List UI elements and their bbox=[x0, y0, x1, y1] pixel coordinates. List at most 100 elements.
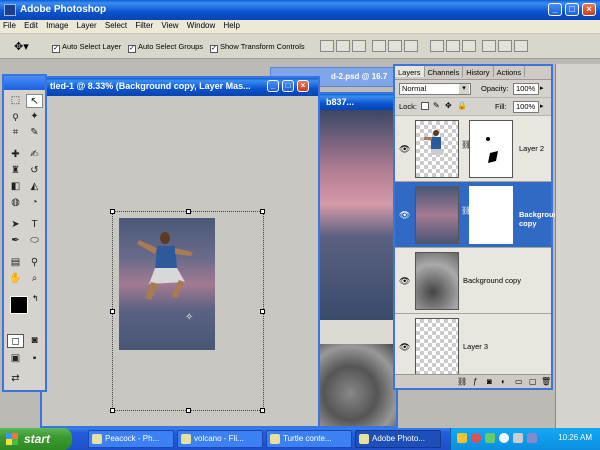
maximize-button[interactable]: □ bbox=[565, 3, 579, 16]
new-layer-icon[interactable]: ▢ bbox=[529, 377, 537, 386]
auto-select-groups-checkbox[interactable]: ✓ Auto Select Groups bbox=[128, 42, 203, 53]
menu-filter[interactable]: Filter bbox=[132, 20, 156, 30]
shape-tool-icon[interactable]: ⬭ bbox=[26, 234, 43, 248]
taskbar-item[interactable]: Peacock - Ph... bbox=[88, 430, 174, 448]
move-tool-icon[interactable]: ✥▾ bbox=[14, 40, 29, 53]
eraser-tool-icon[interactable]: ◧ bbox=[7, 180, 24, 194]
notes-tool-icon[interactable]: ▤ bbox=[7, 256, 24, 270]
layer-row[interactable]: 👁 Layer 3 bbox=[395, 314, 551, 380]
lock-transparency-icon[interactable] bbox=[421, 102, 429, 110]
transform-handle[interactable] bbox=[260, 408, 265, 413]
eye-icon[interactable]: 👁 bbox=[399, 276, 410, 287]
pen-tool-icon[interactable]: ✒ bbox=[7, 234, 24, 248]
tab-history[interactable]: History bbox=[463, 66, 494, 77]
eyedropper-icon[interactable]: ⚲ bbox=[26, 256, 43, 270]
transform-handle[interactable] bbox=[260, 309, 265, 314]
menu-file[interactable]: File bbox=[0, 20, 19, 30]
fill-arrow-icon[interactable]: ▸ bbox=[540, 102, 544, 110]
link-layers-icon[interactable]: ⛓ bbox=[457, 377, 467, 386]
healing-brush-icon[interactable]: ✚ bbox=[7, 148, 24, 162]
speaker-icon[interactable] bbox=[513, 433, 523, 443]
zoom-tool-icon[interactable]: ⌕ bbox=[26, 272, 43, 286]
history-brush-icon[interactable]: ↺ bbox=[26, 164, 43, 178]
transform-bounding-box[interactable]: ✧ bbox=[110, 209, 265, 413]
layer-style-icon[interactable]: ƒ bbox=[473, 377, 477, 386]
taskbar-item[interactable]: Turtle conte... bbox=[266, 430, 352, 448]
add-mask-icon[interactable]: ◙ bbox=[487, 377, 492, 386]
type-tool-icon[interactable]: T bbox=[26, 218, 43, 232]
eye-icon[interactable]: 👁 bbox=[399, 210, 410, 221]
tray-icon[interactable] bbox=[485, 433, 495, 443]
canvas-area[interactable]: ✧ bbox=[42, 96, 318, 426]
menu-select[interactable]: Select bbox=[102, 20, 130, 30]
crop-tool-icon[interactable]: ⌗ bbox=[7, 126, 24, 140]
transform-pivot-icon[interactable]: ✧ bbox=[185, 312, 193, 323]
quick-mask-icon[interactable]: ◙ bbox=[26, 334, 43, 348]
transform-handle[interactable] bbox=[186, 209, 191, 214]
menu-edit[interactable]: Edit bbox=[21, 20, 41, 30]
layer-row-selected[interactable]: 👁 ⛓ Background copy bbox=[395, 182, 563, 248]
align-left-icon[interactable] bbox=[372, 40, 386, 52]
paint-bucket-icon[interactable]: ◭ bbox=[26, 180, 43, 194]
tray-icon[interactable] bbox=[499, 433, 509, 443]
tray-icon[interactable] bbox=[457, 433, 467, 443]
lock-position-icon[interactable]: ✥ bbox=[445, 101, 452, 110]
transform-handle[interactable] bbox=[260, 209, 265, 214]
doc-minimize-button[interactable]: _ bbox=[267, 80, 279, 92]
marquee-tool-icon[interactable]: ⬚ bbox=[7, 94, 24, 108]
lasso-tool-icon[interactable]: ϙ bbox=[7, 110, 24, 124]
distribute-left-icon[interactable] bbox=[482, 40, 496, 52]
slice-tool-icon[interactable]: ✎ bbox=[26, 126, 43, 140]
show-transform-controls-checkbox[interactable]: ✓ Show Transform Controls bbox=[210, 42, 305, 53]
close-button[interactable]: × bbox=[582, 3, 596, 16]
screen-mode-standard-icon[interactable]: ▣ bbox=[7, 352, 24, 366]
lock-pixels-icon[interactable]: ✎ bbox=[433, 101, 440, 110]
tab-layers[interactable]: Layers bbox=[395, 66, 425, 77]
align-hcenter-icon[interactable] bbox=[388, 40, 402, 52]
menu-window[interactable]: Window bbox=[184, 20, 218, 30]
background-document-window[interactable]: b837... bbox=[318, 92, 398, 428]
move-tool-icon[interactable]: ↖ bbox=[26, 94, 43, 108]
menu-view[interactable]: View bbox=[158, 20, 181, 30]
opacity-input[interactable]: 100% bbox=[513, 83, 539, 95]
tab-actions[interactable]: Actions bbox=[494, 66, 526, 77]
doc-close-button[interactable]: × bbox=[297, 80, 309, 92]
fill-input[interactable]: 100% bbox=[513, 101, 539, 113]
distribute-top-icon[interactable] bbox=[430, 40, 444, 52]
layer-mask-thumbnail[interactable] bbox=[469, 186, 513, 244]
new-group-icon[interactable]: ▭ bbox=[515, 377, 523, 386]
swap-colors-icon[interactable]: ↰ bbox=[32, 294, 39, 303]
clock[interactable]: 10:26 AM bbox=[558, 433, 592, 442]
transform-handle[interactable] bbox=[110, 309, 115, 314]
clone-stamp-icon[interactable]: ♜ bbox=[7, 164, 24, 178]
menu-image[interactable]: Image bbox=[43, 20, 71, 30]
lock-all-icon[interactable]: 🔒 bbox=[457, 101, 467, 110]
transform-handle[interactable] bbox=[110, 408, 115, 413]
doc-maximize-button[interactable]: □ bbox=[282, 80, 294, 92]
taskbar-item-active[interactable]: Adobe Photo... bbox=[355, 430, 441, 448]
adjustment-layer-icon[interactable]: ◐ bbox=[501, 377, 506, 386]
auto-select-layer-checkbox[interactable]: ✓ Auto Select Layer bbox=[52, 42, 121, 53]
layer-row[interactable]: 👁 ⛓ Layer 2 bbox=[395, 116, 551, 182]
brush-tool-icon[interactable]: ✍ bbox=[26, 148, 43, 162]
layer-row[interactable]: 👁 Background copy bbox=[395, 248, 551, 314]
screen-mode-full-icon[interactable]: ▪ bbox=[26, 352, 43, 366]
distribute-right-icon[interactable] bbox=[514, 40, 528, 52]
align-bottom-icon[interactable] bbox=[352, 40, 366, 52]
opacity-arrow-icon[interactable]: ▸ bbox=[540, 84, 544, 92]
eye-icon[interactable]: 👁 bbox=[399, 342, 410, 353]
minimize-button[interactable]: _ bbox=[548, 3, 562, 16]
menu-layer[interactable]: Layer bbox=[74, 20, 100, 30]
blur-tool-icon[interactable]: ◍ bbox=[7, 196, 24, 210]
hand-tool-icon[interactable]: ✋ bbox=[7, 272, 24, 286]
blend-mode-select[interactable]: Normal ▾ bbox=[399, 83, 471, 95]
distribute-vcenter-icon[interactable] bbox=[446, 40, 460, 52]
network-icon[interactable] bbox=[527, 433, 537, 443]
start-button[interactable]: start bbox=[0, 428, 72, 450]
magic-wand-icon[interactable]: ✦ bbox=[26, 110, 43, 124]
jump-to-imageready-icon[interactable]: ⇄ bbox=[7, 372, 24, 386]
foreground-color-swatch[interactable] bbox=[10, 296, 28, 314]
tab-channels[interactable]: Channels bbox=[425, 66, 464, 77]
layer-mask-thumbnail[interactable] bbox=[469, 120, 513, 178]
path-selection-icon[interactable]: ➤ bbox=[7, 218, 24, 232]
